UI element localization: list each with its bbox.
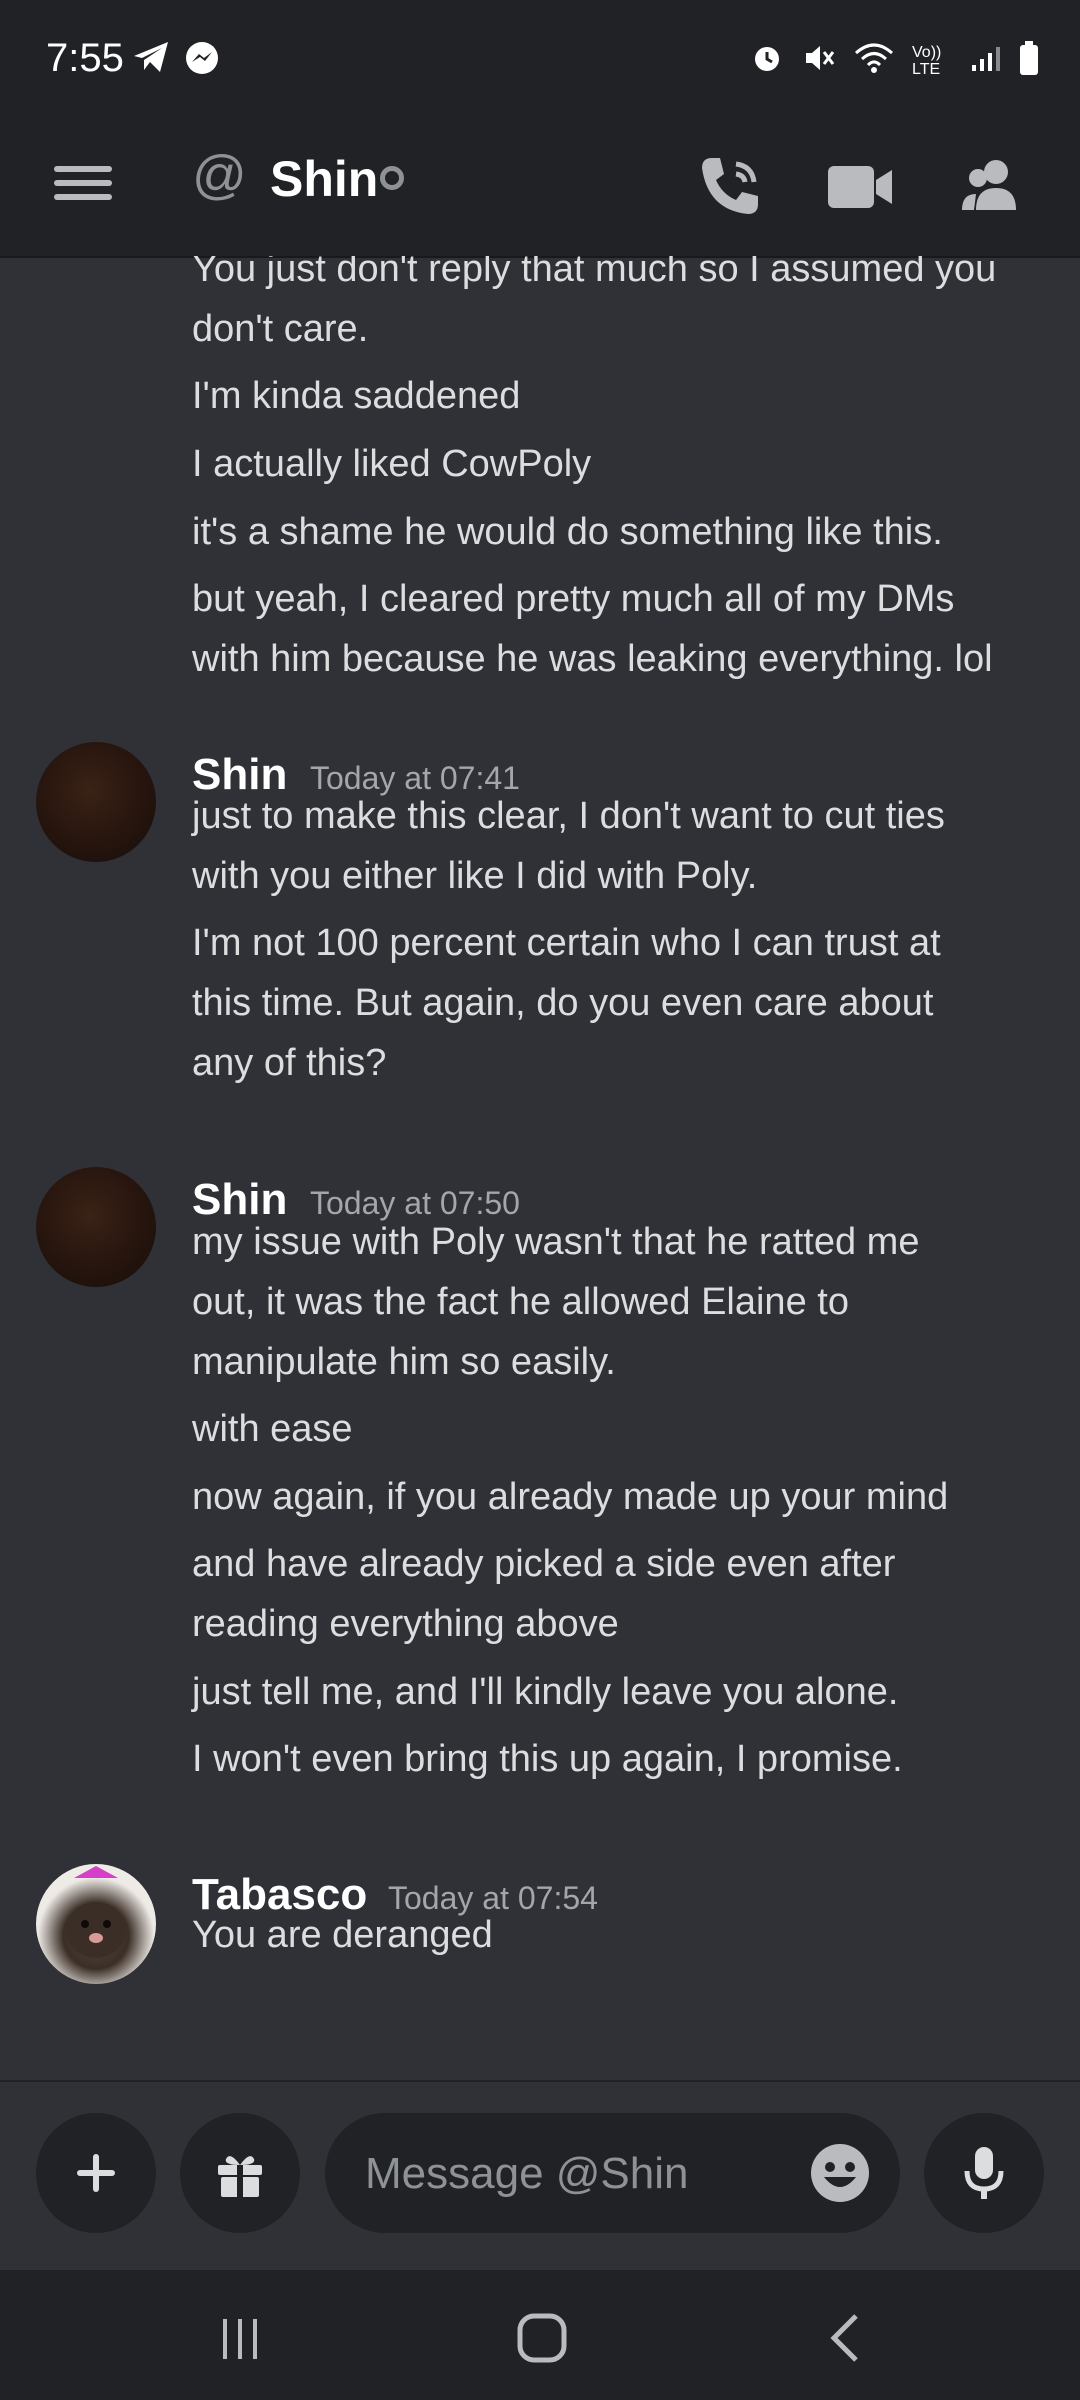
alarm-icon: [750, 41, 784, 80]
volte-icon: Vo)) LTE: [912, 43, 942, 78]
recent-apps-icon: [223, 2319, 257, 2359]
signal-icon: [970, 43, 1000, 78]
gift-icon: [218, 2156, 262, 2197]
message-line: with ease: [192, 1408, 353, 1450]
menu-icon[interactable]: [54, 158, 112, 216]
status-time: 7:55: [46, 36, 124, 80]
message-line: I actually liked CowPoly: [192, 443, 592, 485]
member-list-button[interactable]: [950, 148, 1030, 228]
smile-icon: [811, 2144, 869, 2202]
avatar[interactable]: [36, 1864, 156, 1984]
message-line: this time. But again, do you even care a…: [192, 982, 934, 1024]
message-line: it's a shame he would do something like …: [192, 511, 943, 553]
home-button[interactable]: [497, 2298, 587, 2378]
recent-apps-button[interactable]: [195, 2298, 285, 2378]
message-line: with him because he was leaking everythi…: [192, 638, 993, 680]
emoji-button[interactable]: [808, 2141, 872, 2205]
message-line: reading everything above: [192, 1603, 619, 1645]
messenger-icon: [184, 40, 220, 81]
message-line: just tell me, and I'll kindly leave you …: [192, 1671, 899, 1713]
voice-call-button[interactable]: [690, 148, 770, 228]
at-icon: @: [192, 145, 247, 205]
telegram-icon: [132, 40, 170, 81]
home-icon: [517, 2313, 567, 2363]
status-bar: 7:55 Vo)) LTE: [0, 0, 1080, 118]
message-line: now again, if you already made up your m…: [192, 1476, 949, 1518]
message-input[interactable]: [363, 2143, 787, 2205]
back-button[interactable]: [800, 2298, 890, 2378]
message-line: I'm kinda saddened: [192, 375, 521, 417]
message-line: my issue with Poly wasn't that he ratted…: [192, 1221, 920, 1263]
message-line: don't care.: [192, 308, 369, 350]
mute-icon: [802, 41, 836, 80]
add-attachment-button[interactable]: [36, 2113, 156, 2233]
message-composer: [0, 2080, 1080, 2272]
wifi-icon: [854, 41, 894, 80]
message-line: I won't even bring this up again, I prom…: [192, 1738, 903, 1780]
page-title: Shin: [270, 151, 379, 207]
message-line: any of this?: [192, 1042, 387, 1084]
message-line: just to make this clear, I don't want to…: [192, 795, 945, 837]
chevron-left-icon: [830, 2314, 858, 2362]
message-line: out, it was the fact he allowed Elaine t…: [192, 1281, 849, 1323]
voice-message-button[interactable]: [924, 2113, 1044, 2233]
message-input-container[interactable]: [325, 2113, 900, 2233]
battery-icon: [1018, 40, 1040, 81]
gift-button[interactable]: [180, 2113, 300, 2233]
avatar[interactable]: [36, 742, 156, 862]
message-line: but yeah, I cleared pretty much all of m…: [192, 578, 955, 620]
system-nav-bar: [0, 2270, 1080, 2400]
plus-icon: [77, 2154, 115, 2192]
avatar[interactable]: [36, 1167, 156, 1287]
message-list[interactable]: You just don't reply that much so I assu…: [0, 256, 1080, 2078]
microphone-icon: [964, 2147, 1004, 2199]
message-line: and have already picked a side even afte…: [192, 1543, 896, 1585]
video-call-button[interactable]: [820, 148, 900, 228]
message-line: You just don't reply that much so I assu…: [192, 256, 997, 290]
status-indicator-icon: [380, 166, 404, 190]
message-line: with you either like I did with Poly.: [192, 855, 758, 897]
message-line: You are deranged: [192, 1914, 493, 1956]
message-line: manipulate him so easily.: [192, 1341, 616, 1383]
message-line: I'm not 100 percent certain who I can tr…: [192, 922, 941, 964]
channel-header: @ Shin: [0, 118, 1080, 258]
